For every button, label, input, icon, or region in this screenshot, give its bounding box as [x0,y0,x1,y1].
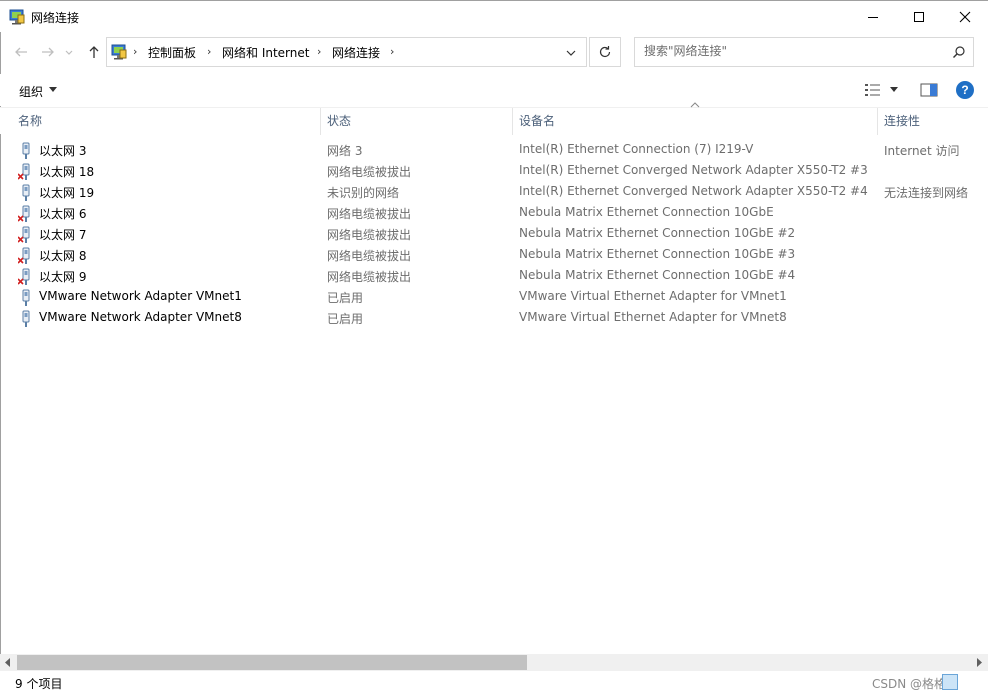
list-item[interactable]: 以太网 9 网络电缆被拔出 Nebula Matrix Ethernet Conne… [0,266,988,287]
network-adapter-unplugged-icon [18,205,30,222]
breadcrumb-network-connections[interactable]: 网络连接 [332,44,380,61]
adapter-name: VMware Network Adapter VMnet8 [39,310,242,324]
adapter-status: 网络电缆被拔出 [327,249,412,263]
refresh-icon [599,46,611,58]
adapter-name: VMware Network Adapter VMnet1 [39,289,242,303]
adapter-name: 以太网 7 [39,228,87,242]
back-arrow-icon [15,47,27,57]
maximize-icon [914,12,924,22]
caret-down-icon[interactable] [49,87,57,93]
search-icon[interactable] [952,45,966,59]
search-box[interactable] [634,37,974,67]
network-adapter-connected-icon [22,310,30,327]
maximize-button[interactable] [896,1,942,33]
chevron-down-icon[interactable] [563,45,579,61]
adapter-device: Nebula Matrix Ethernet Connection 10GbE … [519,268,796,282]
refresh-button[interactable] [589,37,621,67]
column-header-device[interactable]: 设备名 [513,108,877,135]
adapter-status: 网络电缆被拔出 [327,165,412,179]
adapter-name: 以太网 8 [39,249,87,263]
column-headers: 名称 状态 设备名 连接性 [0,102,988,135]
list-item[interactable]: VMware Network Adapter VMnet8 已启用 VMware V… [0,308,988,329]
item-count: 9 个项目 [15,677,63,691]
scrollbar-thumb[interactable] [17,655,527,670]
adapter-status: 已启用 [327,291,364,305]
list-item[interactable]: 以太网 8 网络电缆被拔出 Nebula Matrix Ethernet Conne… [0,245,988,266]
adapter-connectivity: Internet 访问 [884,144,960,158]
minimize-icon [868,17,878,18]
title-bar: 网络连接 [0,0,988,32]
search-input[interactable] [644,44,944,58]
close-button[interactable] [942,1,988,33]
horizontal-scrollbar[interactable] [0,654,988,671]
network-adapter-unplugged-icon [18,226,30,243]
command-bar: 组织 ? [0,74,988,106]
list-item[interactable]: 以太网 7 网络电缆被拔出 Nebula Matrix Ethernet Conne… [0,224,988,245]
adapter-name: 以太网 18 [39,165,95,179]
breadcrumb-chevron-icon[interactable]: › [317,45,321,58]
breadcrumb-network-internet[interactable]: 网络和 Internet [222,44,309,61]
adapter-status: 网络电缆被拔出 [327,270,412,284]
adapter-status: 网络 3 [327,144,363,158]
adapter-status: 已启用 [327,312,364,326]
breadcrumb-chevron-icon[interactable]: › [207,45,211,58]
close-icon [959,11,971,23]
adapter-status: 未识别的网络 [327,186,400,200]
network-adapter-unplugged-icon [18,268,30,285]
scroll-right-icon[interactable] [975,658,983,667]
column-header-name[interactable]: 名称 [12,108,320,135]
adapter-device: Intel(R) Ethernet Converged Network Adap… [519,163,868,177]
back-button[interactable] [11,42,31,62]
adapter-device: Nebula Matrix Ethernet Connection 10GbE … [519,226,796,240]
network-adapter-connected-icon [22,184,30,201]
adapter-status: 网络电缆被拔出 [327,228,412,242]
list-item[interactable]: VMware Network Adapter VMnet1 已启用 VMware V… [0,287,988,308]
column-header-connectivity[interactable]: 连接性 [878,108,988,135]
forward-button[interactable] [38,42,58,62]
address-bar[interactable]: › 控制面板 › 网络和 Internet › 网络连接 › [106,37,587,67]
list-item[interactable]: 以太网 19 未识别的网络 Intel(R) Ethernet Converged … [0,182,988,203]
adapter-name: 以太网 19 [39,186,95,200]
adapter-name: 以太网 9 [39,270,87,284]
adapter-device: Nebula Matrix Ethernet Connection 10GbE [519,205,774,219]
network-adapter-unplugged-icon [18,163,30,180]
adapter-connectivity: 无法连接到网络 [884,186,969,200]
details-view-icon[interactable] [864,82,882,98]
up-arrow-icon [89,46,99,58]
network-connections-icon [111,44,127,60]
preview-pane-icon[interactable] [920,82,938,98]
breadcrumb-control-panel[interactable]: 控制面板 [148,44,196,61]
breadcrumb-chevron-icon[interactable]: › [133,45,137,58]
adapter-device: Intel(R) Ethernet Connection (7) I219-V [519,142,754,156]
recent-locations-button[interactable] [62,42,76,62]
caret-down-icon[interactable] [890,87,898,93]
breadcrumb-chevron-icon[interactable]: › [390,45,394,58]
list-item[interactable]: 以太网 3 网络 3 Intel(R) Ethernet Connection (7… [0,140,988,161]
help-icon[interactable]: ? [956,81,974,99]
list-item[interactable]: 以太网 18 网络电缆被拔出 Intel(R) Ethernet Converged… [0,161,988,182]
scroll-left-icon[interactable] [4,658,12,667]
chevron-down-icon [65,50,73,55]
column-header-status[interactable]: 状态 [321,108,511,135]
list-item[interactable]: 以太网 6 网络电缆被拔出 Nebula Matrix Ethernet Conne… [0,203,988,224]
adapter-device: VMware Virtual Ethernet Adapter for VMne… [519,289,787,303]
organize-menu[interactable]: 组织 [19,83,43,100]
minimize-button[interactable] [850,1,896,33]
adapter-status: 网络电缆被拔出 [327,207,412,221]
adapter-device: Nebula Matrix Ethernet Connection 10GbE … [519,247,796,261]
network-adapter-unplugged-icon [18,247,30,264]
adapter-name: 以太网 6 [39,207,87,221]
status-bar: 9 个项目 CSDN @格格不 [0,671,988,693]
network-adapter-connected-icon [22,289,30,306]
adapter-name: 以太网 3 [39,144,87,158]
adapter-device: VMware Virtual Ethernet Adapter for VMne… [519,310,787,324]
forward-arrow-icon [42,47,54,57]
window-title: 网络连接 [31,11,80,25]
network-adapter-connected-icon [22,142,30,159]
up-button[interactable] [84,42,104,62]
details-view-toggle[interactable] [942,674,958,690]
adapter-device: Intel(R) Ethernet Converged Network Adap… [519,184,868,198]
network-connections-icon [9,9,25,25]
